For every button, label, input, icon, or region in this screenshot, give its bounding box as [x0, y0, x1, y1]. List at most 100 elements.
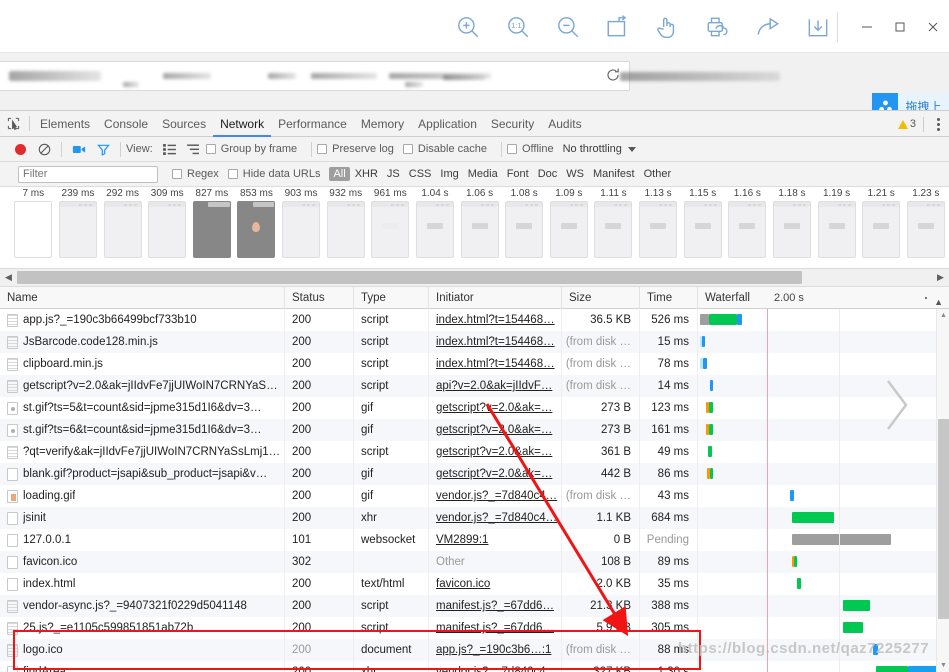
table-row[interactable]: getscript?v=2.0&ak=jIIdvFe7jjUIWoIN7CRNY…	[0, 375, 949, 397]
filmstrip-thumbnail[interactable]	[728, 201, 766, 258]
request-initiator-cell[interactable]: Other	[429, 551, 562, 573]
request-initiator-cell[interactable]: favicon.ico	[429, 573, 562, 595]
filmstrip-thumbnail[interactable]	[371, 201, 409, 258]
download-icon[interactable]	[805, 14, 831, 40]
table-row[interactable]: blank.gif?product=jsapi&sub_product=jsap…	[0, 463, 949, 485]
table-row[interactable]: jsinit200xhrvendor.js?_=7d840c4…1.1 KB68…	[0, 507, 949, 529]
table-row[interactable]: 25.js?_=e1105c599851851ab72b200scriptman…	[0, 617, 949, 639]
group-by-frame-checkbox[interactable]	[206, 144, 216, 154]
maximize-button[interactable]	[883, 12, 916, 42]
throttling-select[interactable]: No throttling	[563, 143, 622, 155]
clear-button[interactable]	[32, 137, 56, 162]
scroll-down-icon[interactable]: ▼	[937, 659, 949, 672]
request-name-cell[interactable]: favicon.ico	[0, 551, 285, 573]
filmstrip-frame[interactable]: 827 ms	[191, 187, 234, 258]
scrollbar-thumb[interactable]	[17, 271, 802, 284]
offline-checkbox[interactable]	[507, 144, 517, 154]
tab-security[interactable]: Security	[484, 111, 541, 137]
request-initiator-cell[interactable]: getscript?v=2.0&ak=…	[429, 397, 562, 419]
list-view-icon[interactable]	[158, 137, 182, 162]
disable-cache-option[interactable]: Disable cache	[403, 143, 487, 155]
scroll-up-icon[interactable]: ▲	[937, 309, 949, 322]
filmstrip-thumbnail[interactable]	[193, 201, 231, 258]
filmstrip-frame[interactable]: 309 ms	[146, 187, 189, 258]
column-header-type[interactable]: Type	[354, 287, 429, 309]
drag-upload-banner[interactable]: 拖拽上	[872, 93, 949, 110]
initiator-link[interactable]: api?v=2.0&ak=jIIdvF…	[436, 380, 552, 392]
regex-checkbox[interactable]	[172, 169, 182, 179]
initiator-link[interactable]: vendor.js?_=7d840c4…	[436, 666, 557, 672]
filmstrip-frame[interactable]: 1.21 s	[860, 187, 903, 258]
filmstrip-frame[interactable]: 1.11 s	[592, 187, 635, 258]
table-row[interactable]: index.html200text/htmlfavicon.ico2.0 KB3…	[0, 573, 949, 595]
tab-audits[interactable]: Audits	[541, 111, 588, 137]
request-initiator-cell[interactable]: getscript?v=2.0&ak=…	[429, 441, 562, 463]
filmstrip-thumbnail[interactable]	[594, 201, 632, 258]
warning-badge[interactable]: 3	[898, 118, 916, 130]
tab-sources[interactable]: Sources	[155, 111, 213, 137]
tab-application[interactable]: Application	[411, 111, 484, 137]
filter-type-manifest[interactable]: Manifest	[589, 167, 639, 181]
filmstrip-thumbnail[interactable]	[327, 201, 365, 258]
cloud-print-icon[interactable]	[705, 14, 731, 40]
filmstrip-thumbnail[interactable]	[416, 201, 454, 258]
initiator-link[interactable]: vendor.js?_=7d840c4…	[436, 490, 557, 502]
initiator-link[interactable]: getscript?v=2.0&ak=…	[436, 446, 552, 458]
filmstrip-frame[interactable]: 292 ms	[101, 187, 144, 258]
column-header-initiator[interactable]: Initiator	[429, 287, 562, 309]
table-row[interactable]: ?qt=verify&ak=jIIdvFe7jjUIWoIN7CRNYaSsLm…	[0, 441, 949, 463]
filmstrip-frame[interactable]: 1.08 s	[503, 187, 546, 258]
request-name-cell[interactable]: index.html	[0, 573, 285, 595]
record-button[interactable]	[8, 137, 32, 162]
table-row[interactable]: vendor-async.js?_=9407321f0229d504114820…	[0, 595, 949, 617]
filmstrip-thumbnail[interactable]	[907, 201, 945, 258]
inspect-element-icon[interactable]	[0, 111, 26, 137]
filmstrip-thumbnail[interactable]	[461, 201, 499, 258]
filmstrip-frame[interactable]: 1.15 s	[681, 187, 724, 258]
hand-icon[interactable]	[655, 14, 681, 40]
more-options-icon[interactable]	[931, 111, 945, 137]
table-row[interactable]: st.gif?ts=6&t=count&sid=jpme315d1I6&dv=3…	[0, 419, 949, 441]
filmstrip-thumbnail[interactable]	[282, 201, 320, 258]
filmstrip-scrollbar[interactable]: ◀ ▶	[0, 269, 949, 287]
request-initiator-cell[interactable]: api?v=2.0&ak=jIIdvF…	[429, 375, 562, 397]
waterfall-view-icon[interactable]	[182, 137, 206, 162]
actual-size-icon[interactable]: 1:1	[505, 14, 531, 40]
request-name-cell[interactable]: clipboard.min.js	[0, 353, 285, 375]
filter-type-doc[interactable]: Doc	[534, 167, 562, 181]
initiator-link[interactable]: favicon.ico	[436, 578, 490, 590]
initiator-link[interactable]: index.html?t=154468…	[436, 314, 555, 326]
filmstrip-frame[interactable]: 1.09 s	[548, 187, 591, 258]
filmstrip-thumbnail[interactable]	[818, 201, 856, 258]
filmstrip-thumbnail[interactable]	[14, 201, 52, 258]
tab-performance[interactable]: Performance	[271, 111, 354, 137]
initiator-link[interactable]: vendor.js?_=7d840c4…	[436, 512, 557, 524]
tab-console[interactable]: Console	[97, 111, 155, 137]
sort-ascending-icon[interactable]: ▲	[934, 291, 943, 309]
request-initiator-cell[interactable]: index.html?t=154468…	[429, 353, 562, 375]
filmstrip-frame[interactable]: 853 ms	[235, 187, 278, 258]
table-row[interactable]: JsBarcode.code128.min.js200scriptindex.h…	[0, 331, 949, 353]
filmstrip-frame[interactable]: 932 ms	[324, 187, 367, 258]
request-name-cell[interactable]: 127.0.0.1	[0, 529, 285, 551]
chevron-down-icon[interactable]	[628, 147, 636, 152]
request-initiator-cell[interactable]: getscript?v=2.0&ak=…	[429, 419, 562, 441]
initiator-link[interactable]: Other	[436, 556, 465, 568]
request-initiator-cell[interactable]: index.html?t=154468…	[429, 331, 562, 353]
initiator-link[interactable]: index.html?t=154468…	[436, 358, 555, 370]
filmstrip-thumbnail[interactable]	[684, 201, 722, 258]
table-row[interactable]: clipboard.min.js200scriptindex.html?t=15…	[0, 353, 949, 375]
filmstrip-frame[interactable]: 1.19 s	[815, 187, 858, 258]
request-name-cell[interactable]: jsinit	[0, 507, 285, 529]
filter-input[interactable]	[18, 166, 158, 183]
share-icon[interactable]	[755, 14, 781, 40]
filmstrip-frame[interactable]: 239 ms	[57, 187, 100, 258]
column-header-name[interactable]: Name	[0, 287, 285, 309]
request-name-cell[interactable]: loading.gif	[0, 485, 285, 507]
filmstrip-frame[interactable]: 1.13 s	[637, 187, 680, 258]
initiator-link[interactable]: index.html?t=154468…	[436, 336, 555, 348]
filter-type-media[interactable]: Media	[464, 167, 502, 181]
address-bar[interactable]	[0, 61, 630, 91]
initiator-link[interactable]: manifest.js?_=67dd6…	[436, 622, 554, 634]
request-initiator-cell[interactable]: vendor.js?_=7d840c4…	[429, 507, 562, 529]
